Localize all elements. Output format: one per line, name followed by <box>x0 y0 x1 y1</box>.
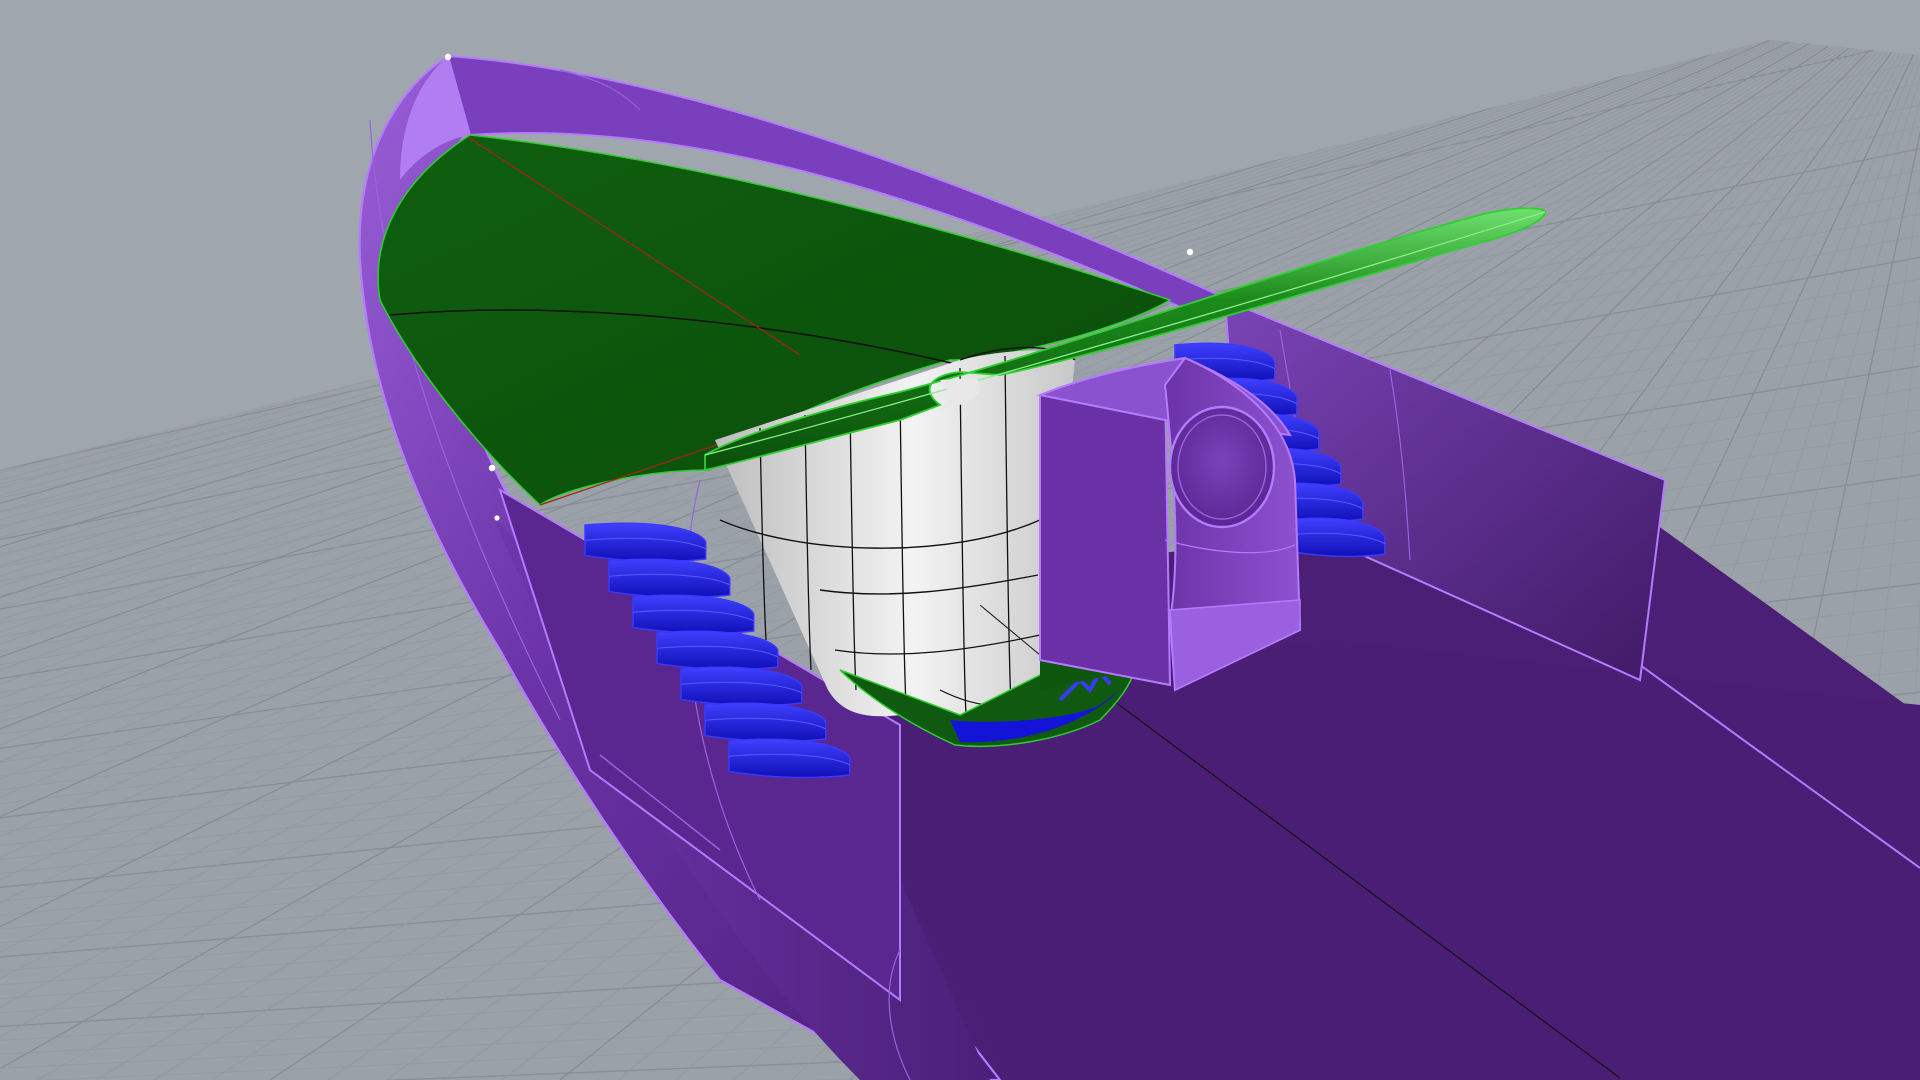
perspective-viewport[interactable] <box>0 0 1920 1080</box>
control-point[interactable] <box>1186 248 1194 256</box>
console-front-face[interactable] <box>1039 383 1172 687</box>
porthole[interactable] <box>1168 405 1276 529</box>
viewport-canvas[interactable] <box>0 0 1920 1080</box>
control-point[interactable] <box>444 53 452 61</box>
control-point[interactable] <box>494 515 500 521</box>
control-point[interactable] <box>488 464 496 472</box>
